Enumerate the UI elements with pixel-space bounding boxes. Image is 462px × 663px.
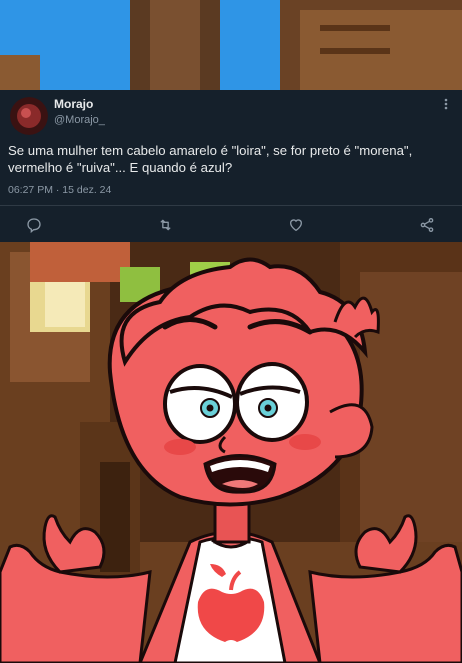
more-options-icon[interactable] bbox=[444, 98, 448, 112]
top-background-image bbox=[0, 0, 462, 90]
meme-image bbox=[0, 242, 462, 663]
tweet-time: 06:27 PM bbox=[8, 184, 53, 196]
heart-icon bbox=[289, 219, 303, 232]
tweet-timestamp[interactable]: 06:27 PM · 15 dez. 24 bbox=[8, 184, 111, 196]
avatar[interactable] bbox=[10, 97, 48, 135]
reply-button[interactable] bbox=[21, 212, 47, 238]
reply-icon bbox=[27, 218, 41, 233]
confused-character-illustration bbox=[0, 242, 462, 663]
meta-separator: · bbox=[52, 184, 63, 196]
share-button[interactable] bbox=[414, 212, 440, 238]
author-handle[interactable]: @Morajo_ bbox=[54, 114, 105, 126]
like-button[interactable] bbox=[283, 212, 309, 238]
retweet-button[interactable] bbox=[152, 212, 178, 238]
share-icon bbox=[420, 218, 434, 232]
tweet-actions bbox=[0, 212, 462, 238]
author-name[interactable]: Morajo bbox=[54, 97, 93, 111]
divider bbox=[0, 205, 462, 206]
tweet-text: Se uma mulher tem cabelo amarelo é "loir… bbox=[8, 143, 413, 175]
tweet-date: 15 dez. 24 bbox=[62, 184, 112, 196]
retweet-icon bbox=[159, 219, 171, 231]
